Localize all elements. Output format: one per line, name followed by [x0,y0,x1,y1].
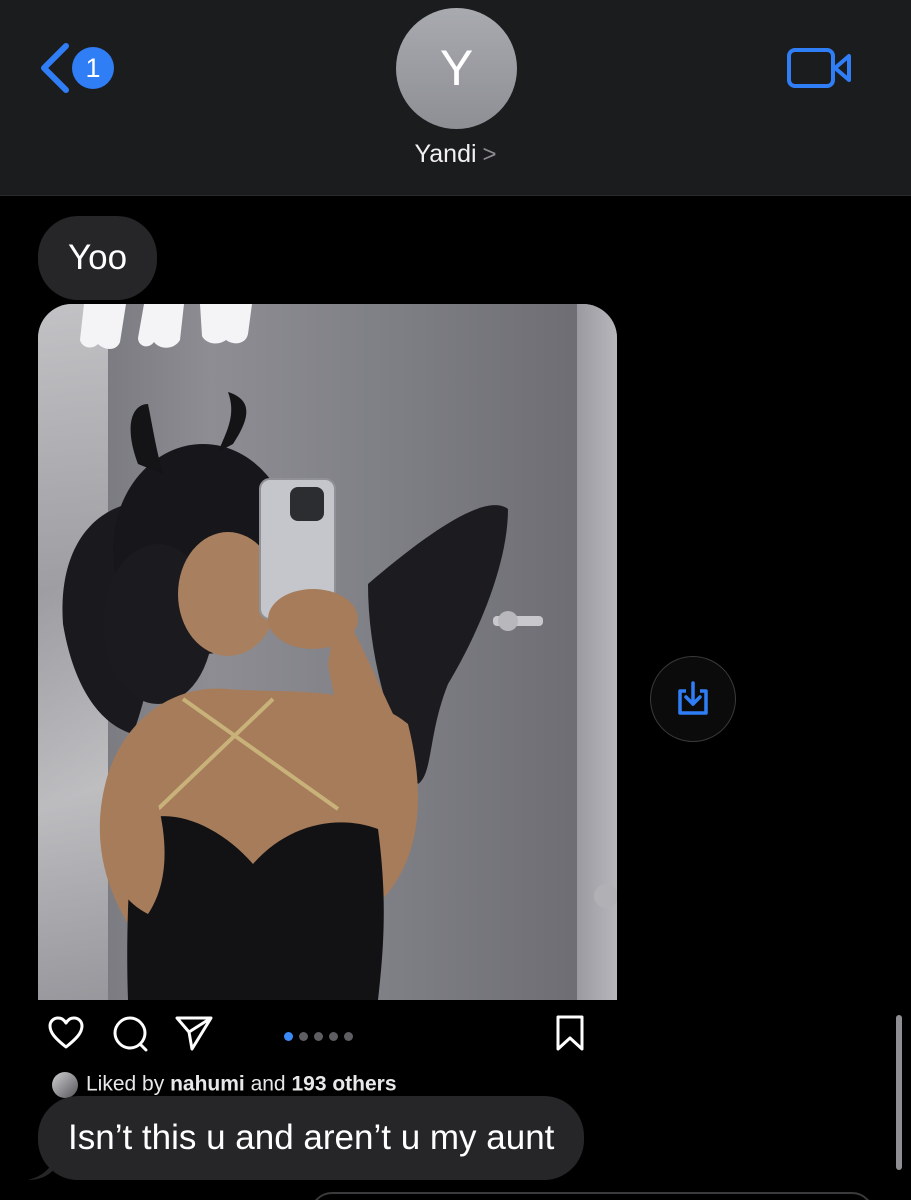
comment-icon[interactable] [111,1014,149,1052]
liked-by-and: and [250,1072,286,1096]
shared-post-image[interactable] [38,304,617,1000]
carousel-dots [284,1028,359,1041]
unread-count-badge: 1 [72,47,114,89]
contact-avatar[interactable]: Y [396,8,517,129]
share-download-icon [678,681,708,715]
facetime-video-button[interactable] [787,44,853,92]
liker-avatar [52,1072,78,1098]
heart-icon[interactable] [48,1016,84,1050]
save-attachment-button[interactable] [650,656,736,742]
liked-by-user: nahumi [170,1072,245,1096]
chevron-right-icon: > [482,141,497,168]
ghost-sticker [80,304,252,349]
carousel-dot [344,1032,353,1041]
liked-by-others: 193 others [291,1072,397,1096]
carousel-dot [299,1032,308,1041]
back-button[interactable]: 1 [38,40,128,96]
message-bubble[interactable]: Isn’t this u and aren’t u my aunt [38,1096,585,1180]
liked-by-prefix: Liked by [86,1072,165,1096]
message-bubble[interactable]: Yoo [38,216,158,300]
carousel-dot [284,1032,293,1041]
conversation-header: 1 Y Yandi > [0,0,911,196]
contact-name-button[interactable]: Yandi > [0,140,911,169]
post-action-bar [38,1000,617,1070]
imessage-conversation-screen: 1 Y Yandi > Yoo Liked by nahumi and 193 … [0,0,911,1200]
message-input-field[interactable] [310,1192,874,1200]
carousel-dot [329,1032,338,1041]
contact-name: Yandi [414,140,477,168]
bookmark-icon[interactable] [554,1014,586,1052]
scroll-indicator[interactable] [896,1015,902,1170]
mirror-selfie-photo [62,392,617,1000]
video-camera-icon [787,48,851,88]
post-likes-summary[interactable]: Liked by nahumi and 193 others [52,1072,397,1098]
chevron-left-icon [41,43,69,93]
send-icon[interactable] [174,1014,214,1052]
carousel-dot [314,1032,323,1041]
